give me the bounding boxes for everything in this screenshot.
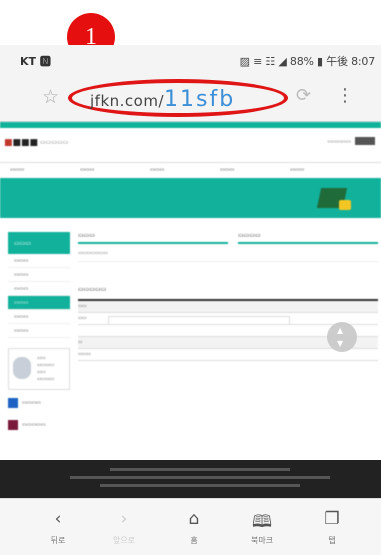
sidebar-item[interactable]: ▭▭▭ xyxy=(8,254,70,268)
sidebar-link[interactable]: ▭▭▭▭▭ xyxy=(8,418,70,434)
star-icon[interactable]: ☆ xyxy=(42,87,59,107)
forward-arrow-icon: › xyxy=(120,509,128,529)
site-footer xyxy=(0,460,381,498)
back-label: 뒤로 xyxy=(50,536,66,545)
site-logo-subtitle: ▭▭▭▭▭ xyxy=(40,139,69,146)
bookmarks-icon: 🕮 xyxy=(251,512,273,532)
sidebar-link[interactable]: ▭▭▭▭ xyxy=(8,396,70,412)
status-indicators: ▨ ≡ ☷ ◢ 88% ▮ 午後 8:07 xyxy=(239,55,376,68)
sidebar-item[interactable]: ▭▭▭ xyxy=(8,324,70,338)
kebab-menu-icon[interactable]: ⋮ xyxy=(336,85,354,106)
site-logo[interactable]: ■■■■ xyxy=(4,138,38,148)
url-field[interactable]: jfkn.com/11sfb xyxy=(90,87,235,112)
table-title: ▭▭▭▭▭ xyxy=(78,286,107,293)
home-icon: ⌂ xyxy=(188,509,200,529)
bookmarks-button[interactable]: 🕮 북마크 xyxy=(232,499,292,555)
avatar xyxy=(13,357,31,379)
chevron-down-icon: ▼ xyxy=(337,339,344,348)
back-arrow-icon: ‹ xyxy=(54,509,62,529)
login-text: ▭▭▭▭▭ xyxy=(327,139,351,145)
footer-text xyxy=(100,484,300,487)
carrier-label: KT 🅽 xyxy=(20,55,51,68)
nav-item[interactable]: ▭▭▭ xyxy=(10,167,24,173)
top-accent-strip xyxy=(0,122,381,128)
table-row[interactable]: ▭▭▭ xyxy=(78,349,378,361)
sidebar-item[interactable]: ▭▭▭ xyxy=(8,310,70,324)
home-label: 홈 xyxy=(190,536,198,545)
profile-card: ▭▭ ▭▭▭▭ ▭▭ ▭▭▭▭ xyxy=(8,348,70,390)
sidebar: ▭▭▭ ▭▭▭ ▭▭▭ ▭▭▭ ▭▭▭ ▭▭▭ ▭▭▭ ▭▭ ▭▭▭▭ ▭▭ ▭▭▭▭… xyxy=(8,232,70,434)
section-title: ▭▭▭▭ xyxy=(238,232,378,244)
link-badge-icon xyxy=(8,398,18,408)
reload-icon[interactable]: ⟳ xyxy=(296,85,311,106)
nav-item[interactable]: ▭▭▭ xyxy=(220,167,234,173)
sidebar-item[interactable]: ▭▭▭ xyxy=(8,282,70,296)
url-domain: jfkn.com/ xyxy=(90,92,164,110)
table-row[interactable]: ▭▭ xyxy=(78,313,378,325)
nav-item[interactable]: ▭▭▭ xyxy=(290,167,304,173)
floating-scroll-button[interactable]: ▲ ▼ xyxy=(327,322,357,352)
url-path: 11sfb xyxy=(164,87,236,112)
sidebar-item-active[interactable]: ▭▭▭ xyxy=(8,296,70,310)
sidebar-item[interactable]: ▭▭▭ xyxy=(8,268,70,282)
nav-item[interactable]: ▭▭▭ xyxy=(150,167,164,173)
search-input[interactable] xyxy=(108,316,290,325)
nav-item[interactable]: ▭▭▭ xyxy=(80,167,94,173)
link-badge-icon xyxy=(8,420,18,430)
tabs-button[interactable]: ❐ 탭 xyxy=(302,499,362,555)
footer-text xyxy=(70,476,330,479)
status-bar: KT 🅽 ▨ ≡ ☷ ◢ 88% ▮ 午後 8:07 xyxy=(0,45,381,75)
login-button[interactable] xyxy=(355,137,375,145)
home-button[interactable]: ⌂ 홈 xyxy=(164,499,224,555)
list-item[interactable]: ▭▭▭▭▭▭▭ xyxy=(78,248,378,262)
phone-screen: 1 KT 🅽 ▨ ≡ ☷ ◢ 88% ▮ 午後 8:07 ☆ jfkn.com/… xyxy=(0,0,381,555)
sidebar-header: ▭▭▭ xyxy=(8,232,70,254)
table-header-row: ▭▭ xyxy=(78,301,378,313)
forward-label: 앞으로 xyxy=(112,536,136,545)
hero-banner xyxy=(0,178,381,218)
bookmarks-label: 북마크 xyxy=(250,536,274,545)
pencil-illustration xyxy=(339,200,351,210)
section-title: ▭▭▭ xyxy=(78,232,228,244)
web-content: ■■■■ ▭▭▭▭▭ ▭▭▭▭▭ ▭▭▭ ▭▭▭ ▭▭▭ ▭▭▭ ▭▭▭ ▭▭▭… xyxy=(0,122,381,460)
back-button[interactable]: ‹ 뒤로 xyxy=(28,499,88,555)
address-bar: ☆ jfkn.com/11sfb ⟳ ⋮ xyxy=(0,75,381,122)
browser-bottom-nav: ‹ 뒤로 › 앞으로 ⌂ 홈 🕮 북마크 ❐ 탭 xyxy=(0,498,381,555)
tabs-label: 탭 xyxy=(328,536,336,545)
tabs-icon: ❐ xyxy=(324,509,340,529)
profile-text: ▭▭ ▭▭▭▭ ▭▭ ▭▭▭▭ xyxy=(37,356,55,382)
forward-button[interactable]: › 앞으로 xyxy=(94,499,154,555)
footer-text xyxy=(110,468,290,471)
chevron-up-icon: ▲ xyxy=(337,326,344,335)
